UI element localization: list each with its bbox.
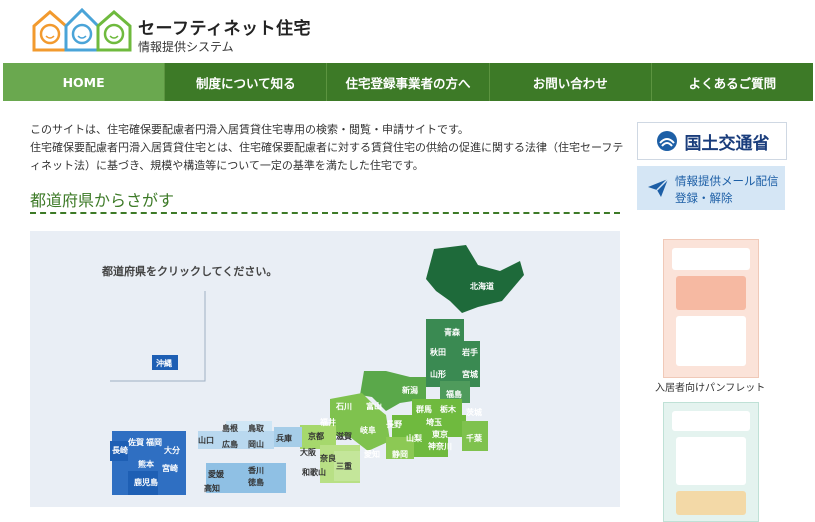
paper-plane-icon bbox=[648, 178, 669, 197]
pref-miyagi[interactable]: 宮城 bbox=[462, 369, 478, 380]
pref-ibaraki[interactable]: 茨城 bbox=[466, 407, 482, 418]
pref-yamanashi[interactable]: 山梨 bbox=[406, 433, 422, 444]
pref-okayama[interactable]: 岡山 bbox=[248, 439, 264, 450]
owner-pamphlet-image[interactable] bbox=[663, 402, 759, 522]
pref-tokyo[interactable]: 東京 bbox=[432, 429, 448, 440]
main-nav: HOME 制度について知る 住宅登録事業者の方へ お問い合わせ よくあるご質問 bbox=[3, 63, 813, 101]
mail-label-line1: 情報提供メール配信 bbox=[675, 174, 779, 188]
site-logo[interactable]: セーフティネット住宅 情報提供システム bbox=[30, 4, 330, 58]
pref-kagoshima[interactable]: 鹿児島 bbox=[134, 477, 158, 488]
pamphlet1-illustration-block bbox=[676, 276, 746, 310]
intro-line-2: 住宅確保要配慮者円滑入居賃貸住宅とは、住宅確保要配慮者に対する賃貸住宅の供給の促… bbox=[30, 141, 624, 172]
pref-nara[interactable]: 奈良 bbox=[320, 453, 336, 464]
pref-hyogo[interactable]: 兵庫 bbox=[276, 433, 292, 444]
pref-fukuoka[interactable]: 福岡 bbox=[146, 437, 162, 448]
pref-tottori[interactable]: 鳥取 bbox=[248, 423, 264, 434]
pref-kyoto[interactable]: 京都 bbox=[308, 431, 324, 442]
pref-wakayama[interactable]: 和歌山 bbox=[302, 467, 326, 478]
pref-hiroshima[interactable]: 広島 bbox=[222, 439, 238, 450]
pref-akita[interactable]: 秋田 bbox=[430, 347, 446, 358]
pref-yamagata[interactable]: 山形 bbox=[430, 369, 446, 380]
pref-tokushima[interactable]: 徳島 bbox=[248, 477, 264, 488]
pref-shizuoka[interactable]: 静岡 bbox=[392, 449, 408, 460]
nav-contact[interactable]: お問い合わせ bbox=[490, 63, 652, 101]
resident-pamphlet-label[interactable]: 入居者向けパンフレット bbox=[655, 379, 765, 394]
pref-ishikawa[interactable]: 石川 bbox=[336, 401, 352, 412]
pref-yamaguchi[interactable]: 山口 bbox=[198, 435, 214, 446]
intro-text: このサイトは、住宅確保要配慮者円滑入居賃貸住宅専用の検索・閲覧・申請サイトです。… bbox=[30, 121, 625, 175]
pref-kumamoto[interactable]: 熊本 bbox=[138, 459, 154, 470]
nav-for-providers[interactable]: 住宅登録事業者の方へ bbox=[327, 63, 490, 101]
pref-saga[interactable]: 佐賀 bbox=[128, 437, 144, 448]
pamphlet1-header-block bbox=[672, 248, 750, 270]
nav-about-system[interactable]: 制度について知る bbox=[165, 63, 328, 101]
mlit-logo-icon bbox=[656, 131, 677, 151]
pref-mie[interactable]: 三重 bbox=[336, 461, 352, 472]
intro-line-1: このサイトは、住宅確保要配慮者円滑入居賃貸住宅専用の検索・閲覧・申請サイトです。 bbox=[30, 123, 469, 136]
pref-osaka[interactable]: 大阪 bbox=[300, 447, 316, 458]
pref-nagasaki[interactable]: 長崎 bbox=[112, 445, 128, 456]
pref-saitama[interactable]: 埼玉 bbox=[426, 417, 442, 428]
pref-fukui[interactable]: 福井 bbox=[320, 417, 336, 428]
pref-oita[interactable]: 大分 bbox=[164, 445, 180, 456]
pref-niigata[interactable]: 新潟 bbox=[402, 385, 418, 396]
pamphlet2-text-block bbox=[676, 437, 746, 485]
pref-gifu[interactable]: 岐阜 bbox=[360, 425, 376, 436]
mail-subscription-banner[interactable]: 情報提供メール配信 登録・解除 bbox=[637, 166, 785, 210]
pref-chiba[interactable]: 千葉 bbox=[466, 433, 482, 444]
pref-tochigi[interactable]: 栃木 bbox=[440, 404, 456, 415]
pref-fukushima[interactable]: 福島 bbox=[446, 389, 462, 400]
nav-home[interactable]: HOME bbox=[3, 63, 166, 101]
pref-aichi[interactable]: 愛知 bbox=[364, 449, 380, 460]
pref-miyazaki[interactable]: 宮崎 bbox=[162, 463, 178, 474]
section-divider bbox=[30, 212, 620, 214]
site-subtitle: 情報提供システム bbox=[138, 40, 234, 54]
site-title: セーフティネット住宅 bbox=[138, 19, 311, 39]
pref-kagawa[interactable]: 香川 bbox=[248, 465, 264, 476]
pamphlet2-header-block bbox=[672, 411, 750, 431]
pref-kanagawa[interactable]: 神奈川 bbox=[428, 441, 452, 452]
pref-aomori[interactable]: 青森 bbox=[444, 327, 460, 338]
pref-okinawa[interactable]: 沖縄 bbox=[156, 358, 172, 369]
pref-kochi[interactable]: 高知 bbox=[204, 483, 220, 494]
mlit-label: 国土交通省 bbox=[684, 133, 770, 154]
pref-ehime[interactable]: 愛媛 bbox=[208, 469, 224, 480]
pref-shimane[interactable]: 島根 bbox=[222, 423, 238, 434]
pref-iwate[interactable]: 岩手 bbox=[462, 347, 478, 358]
prefecture-map: 都道府県をクリックしてください。 北海道 青森 秋田 岩手 山形 宮城 福島 新… bbox=[30, 231, 620, 507]
pref-toyama[interactable]: 富山 bbox=[366, 401, 382, 412]
map-instruction: 都道府県をクリックしてください。 bbox=[102, 265, 278, 278]
pref-hokkaido[interactable]: 北海道 bbox=[470, 281, 494, 292]
section-title: 都道府県からさがす bbox=[30, 191, 175, 210]
pref-shiga[interactable]: 滋賀 bbox=[336, 431, 352, 442]
pref-gunma[interactable]: 群馬 bbox=[416, 404, 432, 415]
pref-nagano[interactable]: 長野 bbox=[386, 419, 402, 430]
mlit-banner[interactable]: 国土交通省 bbox=[637, 122, 787, 160]
resident-pamphlet-image[interactable] bbox=[663, 239, 759, 378]
nav-faq[interactable]: よくあるご質問 bbox=[652, 63, 813, 101]
hokkaido-shape[interactable] bbox=[426, 245, 524, 313]
mail-label-line2: 登録・解除 bbox=[675, 191, 733, 205]
logo-houses-icon bbox=[32, 7, 132, 52]
pamphlet2-illustration-block bbox=[676, 491, 746, 515]
pamphlet1-text-block bbox=[676, 316, 746, 366]
